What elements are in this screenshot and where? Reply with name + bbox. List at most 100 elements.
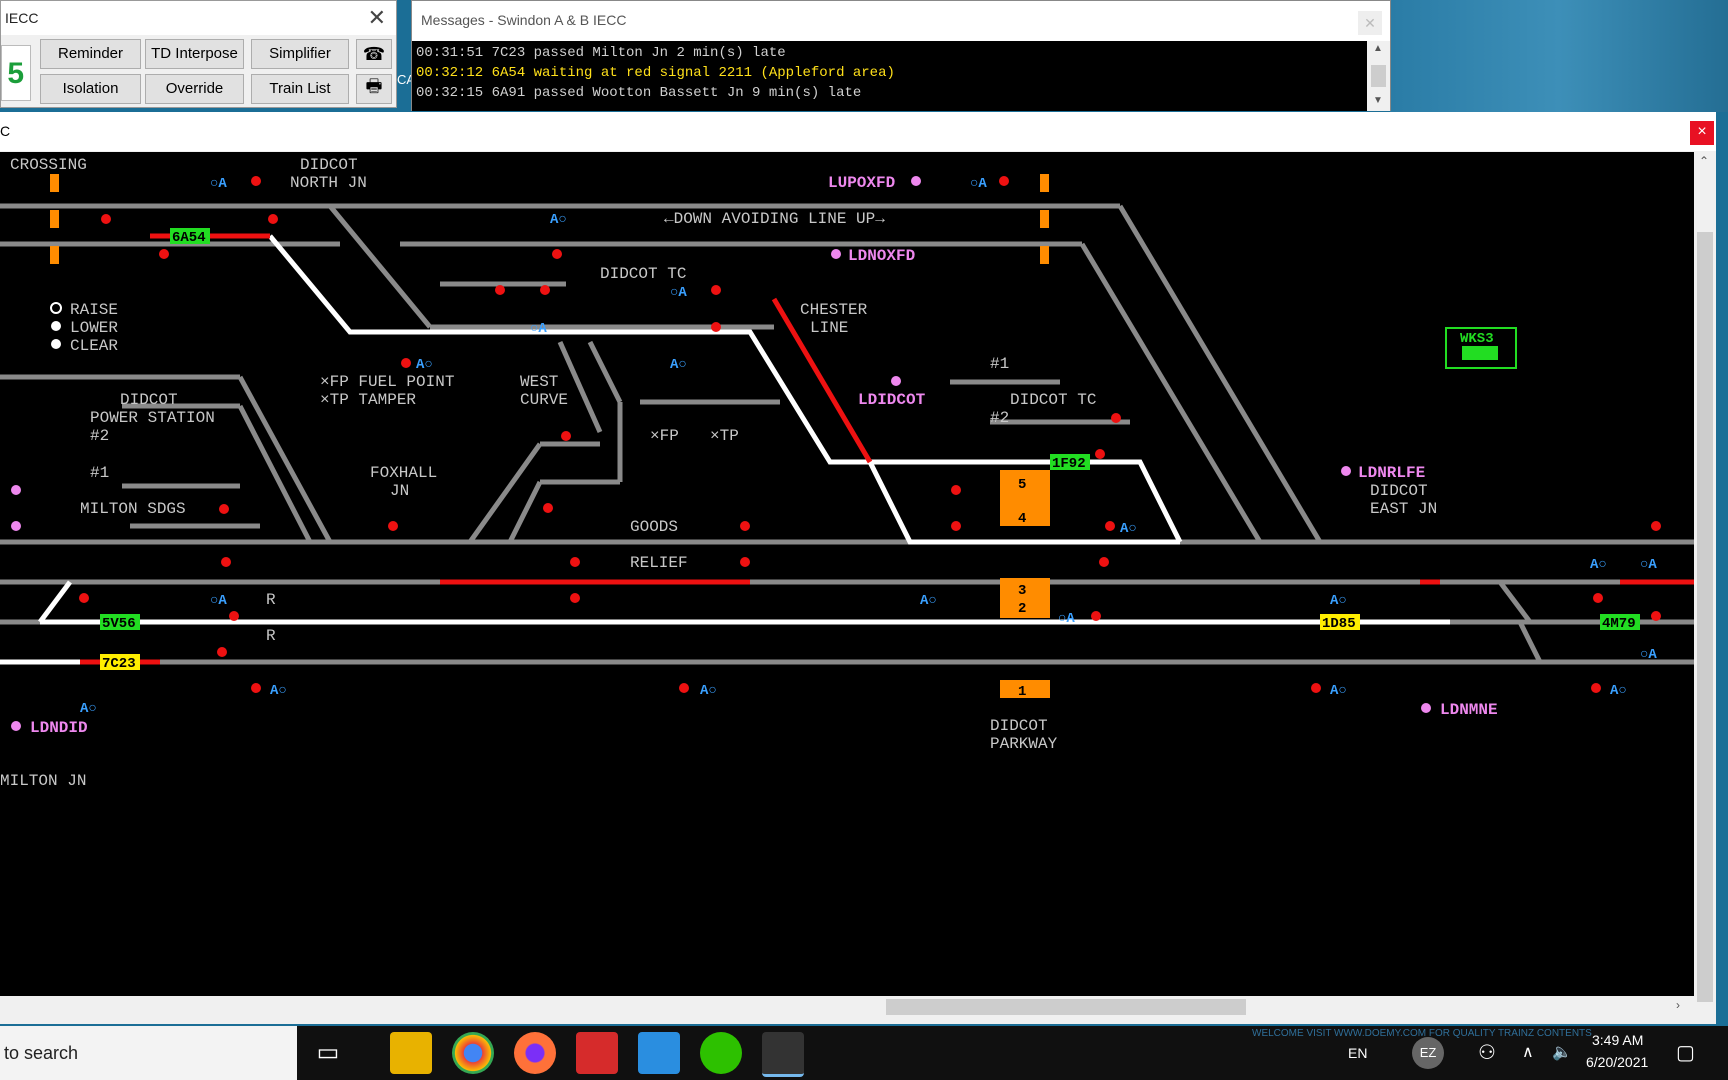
auto-button[interactable]: A○ <box>920 593 937 609</box>
td-interpose-button[interactable]: TD Interpose <box>145 39 244 69</box>
messages-window-title: Messages - Swindon A & B IECC <box>421 12 627 28</box>
label-n2-right: #2 <box>990 409 1009 427</box>
label-tamper: ×TP TAMPER <box>320 391 416 409</box>
label-down-avoiding: ←DOWN AVOIDING LINE UP→ <box>664 210 885 228</box>
label-crossing: CROSSING <box>10 156 87 174</box>
youdao-icon[interactable] <box>576 1032 618 1074</box>
label-milton-sdgs: MILTON SDGS <box>80 500 186 518</box>
scroll-thumb[interactable] <box>1371 65 1386 87</box>
label-chester-line-1: CHESTER <box>800 301 868 319</box>
close-icon[interactable]: ✕ <box>1358 11 1382 35</box>
close-icon[interactable]: × <box>1690 121 1714 145</box>
telephone-icon[interactable]: ☎ <box>356 39 392 69</box>
simsig-app-icon[interactable] <box>762 1032 804 1077</box>
scroll-up-icon[interactable]: ▲ <box>1373 43 1383 54</box>
auto-button[interactable]: A○ <box>1330 593 1347 609</box>
label-didcot-east-2: EAST JN <box>1370 500 1437 518</box>
horizontal-scrollbar[interactable]: › <box>0 996 1694 1018</box>
scroll-thumb[interactable] <box>1697 232 1713 1002</box>
auto-button[interactable]: A○ <box>670 357 687 373</box>
td-7c23: 7C23 <box>102 656 136 672</box>
desktop-background <box>1390 0 1728 112</box>
reminder-button[interactable]: Reminder <box>40 39 141 69</box>
clock-date[interactable]: 6/20/2021 <box>1586 1054 1648 1070</box>
auto-button[interactable]: ○A <box>1058 611 1075 627</box>
label-tp: ×TP <box>710 427 739 445</box>
file-explorer-icon[interactable] <box>390 1032 432 1074</box>
auto-button[interactable]: A○ <box>550 212 567 228</box>
label-n1-left: #1 <box>90 464 109 482</box>
message-scrollbar[interactable]: ▲ ▼ <box>1367 41 1390 111</box>
label-n2-left: #2 <box>90 427 109 445</box>
panel-window-title: C <box>0 112 1716 151</box>
track-layout <box>0 203 1694 665</box>
language-indicator[interactable]: EN <box>1348 1045 1367 1061</box>
train-describers: 6A54 5V56 7C23 1F92 1D85 4M79 WKS3 <box>100 228 1640 672</box>
messages-window: Messages - Swindon A & B IECC ✕ 00:31:51… <box>411 0 1391 111</box>
label-chester-line-2: LINE <box>810 319 848 337</box>
windows-taskbar: to search ▭ WELCOME VISIT WWW.DOEMY.COM … <box>0 1026 1728 1080</box>
user-avatar[interactable]: EZ <box>1412 1037 1444 1069</box>
auto-button[interactable]: ○A <box>530 321 547 337</box>
taskbar-search[interactable]: to search <box>0 1026 297 1080</box>
location-lupoxfd: LUPOXFD <box>828 174 895 192</box>
volume-icon[interactable]: 🔈 <box>1552 1042 1572 1062</box>
label-r-1: R <box>266 591 276 609</box>
iecc-control-window: IECC ✕ 5 Reminder TD Interpose Simplifie… <box>0 0 397 108</box>
location-ldidcot: LDIDCOT <box>858 391 926 409</box>
scroll-down-icon[interactable]: ▼ <box>1373 95 1383 106</box>
message-line: 00:31:51 7C23 passed Milton Jn 2 min(s) … <box>416 45 786 61</box>
td-1f92: 1F92 <box>1052 456 1086 472</box>
signalling-diagram[interactable]: 5 4 3 2 1 6A54 5V56 7C23 1F92 1D85 4M79 <box>0 152 1694 996</box>
auto-button[interactable]: ○A <box>1640 647 1657 663</box>
close-icon[interactable]: ✕ <box>368 5 386 31</box>
auto-button[interactable]: A○ <box>1590 557 1607 573</box>
auto-button[interactable]: ○A <box>970 176 987 192</box>
auto-button[interactable]: A○ <box>416 357 433 373</box>
platform-5: 5 <box>1018 477 1026 493</box>
auto-button[interactable]: A○ <box>1330 683 1347 699</box>
message-log: 00:31:51 7C23 passed Milton Jn 2 min(s) … <box>412 41 1367 111</box>
mail-icon[interactable] <box>638 1032 680 1074</box>
control-window-title: IECC <box>1 1 396 35</box>
override-button[interactable]: Override <box>145 74 244 104</box>
simplifier-button[interactable]: Simplifier <box>251 39 349 69</box>
auto-button[interactable]: A○ <box>1120 521 1137 537</box>
label-clear: CLEAR <box>70 337 118 355</box>
auto-button[interactable]: A○ <box>80 701 97 717</box>
auto-button[interactable]: A○ <box>700 683 717 699</box>
auto-button[interactable]: ○A <box>1640 557 1657 573</box>
isolation-button[interactable]: Isolation <box>40 74 141 104</box>
label-n1-right: #1 <box>990 355 1009 373</box>
message-line: 00:32:15 6A91 passed Wootton Bassett Jn … <box>416 85 862 101</box>
auto-button[interactable]: ○A <box>210 593 227 609</box>
scroll-up-icon[interactable]: ⌃ <box>1699 154 1709 168</box>
label-didcot-tc-2: DIDCOT TC <box>1010 391 1096 409</box>
label-didcot-north-2: NORTH JN <box>290 174 367 192</box>
notification-icon[interactable]: ▢ <box>1676 1040 1695 1065</box>
auto-button[interactable]: A○ <box>1610 683 1627 699</box>
task-view-icon[interactable]: ▭ <box>307 1032 349 1074</box>
scroll-right-icon[interactable]: › <box>1676 998 1680 1012</box>
scroll-thumb[interactable] <box>886 999 1246 1015</box>
auto-button[interactable]: ○A <box>670 285 687 301</box>
chevron-up-icon[interactable]: ∧ <box>1522 1042 1534 1062</box>
label-power-station-2: POWER STATION <box>90 409 215 427</box>
auto-button[interactable]: ○A <box>210 176 227 192</box>
train-list-button[interactable]: Train List <box>251 74 349 104</box>
message-line: 00:32:12 6A54 waiting at red signal 2211… <box>416 65 895 81</box>
wechat-icon[interactable] <box>700 1032 742 1074</box>
platform-3: 3 <box>1018 583 1026 599</box>
firefox-icon[interactable] <box>514 1032 556 1074</box>
signalling-panel-window: C × 5 4 3 2 1 6A54 5V56 7C23 1F92 1D85 4… <box>0 112 1716 1024</box>
label-lower: LOWER <box>70 319 118 337</box>
label-raise: RAISE <box>70 301 118 319</box>
chrome-icon[interactable] <box>452 1032 494 1074</box>
auto-button[interactable]: A○ <box>270 683 287 699</box>
clock-time[interactable]: 3:49 AM <box>1592 1032 1643 1048</box>
label-power-station-1: DIDCOT <box>120 391 178 409</box>
vertical-scrollbar[interactable]: ⌃ <box>1694 152 1716 1024</box>
label-r-2: R <box>266 627 276 645</box>
people-icon[interactable]: ⚇ <box>1478 1040 1496 1065</box>
printer-icon[interactable]: 🖶 <box>356 74 392 104</box>
